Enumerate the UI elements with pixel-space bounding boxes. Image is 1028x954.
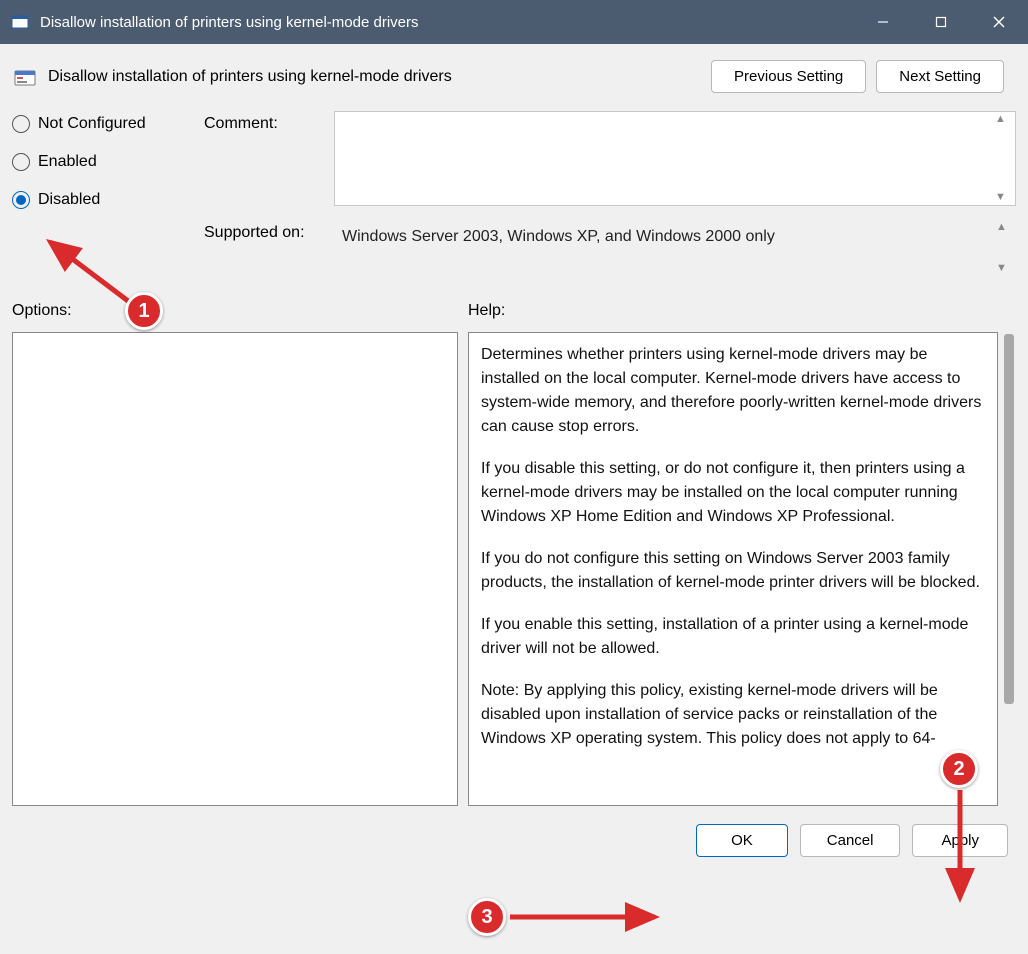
previous-setting-button[interactable]: Previous Setting	[711, 60, 866, 93]
help-paragraph: Note: By applying this policy, existing …	[481, 679, 985, 751]
policy-title: Disallow installation of printers using …	[48, 68, 711, 86]
options-label: Options:	[12, 302, 468, 320]
supported-on-value: Windows Server 2003, Windows XP, and Win…	[342, 228, 775, 245]
radio-enabled[interactable]: Enabled	[12, 153, 192, 171]
window-title: Disallow installation of printers using …	[40, 14, 854, 31]
arrow-up-icon[interactable]: ▲	[996, 222, 1012, 233]
options-pane	[12, 332, 458, 806]
content-area: Disallow installation of printers using …	[0, 44, 1028, 871]
supported-on-label: Supported on:	[204, 220, 334, 242]
annotation-circle-1: 1	[125, 292, 163, 330]
supported-on-value-box: Windows Server 2003, Windows XP, and Win…	[334, 220, 1016, 276]
policy-icon	[12, 64, 38, 90]
help-paragraph: If you disable this setting, or do not c…	[481, 457, 985, 529]
cancel-button[interactable]: Cancel	[800, 824, 901, 857]
arrow-down-icon[interactable]: ▼	[995, 192, 1011, 203]
next-setting-button[interactable]: Next Setting	[876, 60, 1004, 93]
radio-label: Not Configured	[38, 115, 146, 133]
radio-not-configured[interactable]: Not Configured	[12, 115, 192, 133]
annotation-circle-3: 3	[468, 898, 506, 936]
radio-disabled[interactable]: Disabled	[12, 191, 192, 209]
comment-label: Comment:	[204, 111, 334, 133]
window-controls	[854, 0, 1028, 44]
window-icon	[10, 12, 30, 32]
scrollbar[interactable]	[1002, 332, 1016, 806]
state-radio-group: Not Configured Enabled Disabled	[12, 111, 192, 290]
radio-icon	[12, 153, 30, 171]
minimize-button[interactable]	[854, 0, 912, 44]
help-label: Help:	[468, 302, 505, 320]
dialog-footer: OK Cancel Apply	[0, 814, 1028, 871]
radio-icon	[12, 191, 30, 209]
ok-button[interactable]: OK	[696, 824, 788, 857]
help-paragraph: If you do not configure this setting on …	[481, 547, 985, 595]
textbox-scroll: ▲ ▼	[995, 114, 1011, 203]
radio-label: Disabled	[38, 191, 100, 209]
policy-header: Disallow installation of printers using …	[0, 44, 1028, 99]
maximize-button[interactable]	[912, 0, 970, 44]
annotation-arrow-3	[500, 902, 670, 932]
apply-button[interactable]: Apply	[912, 824, 1008, 857]
help-paragraph: If you enable this setting, installation…	[481, 613, 985, 661]
textbox-scroll: ▲ ▼	[996, 222, 1012, 274]
titlebar: Disallow installation of printers using …	[0, 0, 1028, 44]
radio-label: Enabled	[38, 153, 97, 171]
help-pane[interactable]: Determines whether printers using kernel…	[468, 332, 998, 806]
comment-textbox[interactable]: ▲ ▼	[334, 111, 1016, 206]
arrow-down-icon[interactable]: ▼	[996, 263, 1012, 274]
radio-icon	[12, 115, 30, 133]
scrollbar-thumb[interactable]	[1004, 334, 1014, 704]
close-button[interactable]	[970, 0, 1028, 44]
arrow-up-icon[interactable]: ▲	[995, 114, 1011, 125]
annotation-circle-2: 2	[940, 750, 978, 788]
help-paragraph: Determines whether printers using kernel…	[481, 343, 985, 439]
